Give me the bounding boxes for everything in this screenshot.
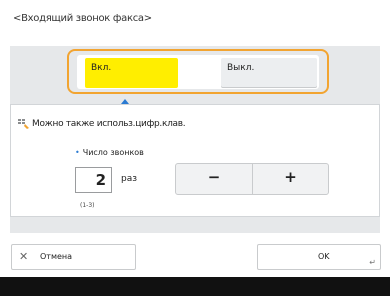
ok-button[interactable]: OK ↵	[257, 244, 381, 270]
ring-count-field[interactable]: 2	[75, 167, 112, 193]
ring-count-unit: раз	[121, 174, 138, 184]
ok-label: OK	[318, 252, 330, 261]
on-button[interactable]: Вкл.	[85, 58, 178, 88]
dialog-title: <Входящий звонок факса>	[13, 13, 152, 24]
ring-count-label-text: Число звонков	[82, 148, 144, 157]
confirm-corner-icon: ↵	[369, 258, 376, 267]
close-icon: ✕	[19, 250, 29, 263]
off-button[interactable]: Выкл.	[221, 58, 317, 88]
cancel-button[interactable]: ✕ Отмена	[11, 244, 136, 270]
ring-count-range: (1-3)	[80, 202, 95, 209]
cancel-label: Отмена	[40, 252, 73, 261]
ring-count-label: • Число звонков	[75, 148, 144, 157]
numeric-keypad-icon	[18, 119, 29, 129]
keypad-hint: Можно также использ.цифр.клав.	[32, 119, 186, 129]
increment-button[interactable]: +	[253, 164, 328, 194]
decrement-button[interactable]: −	[176, 164, 252, 194]
status-bar	[0, 277, 390, 296]
bullet-icon: •	[75, 148, 80, 157]
